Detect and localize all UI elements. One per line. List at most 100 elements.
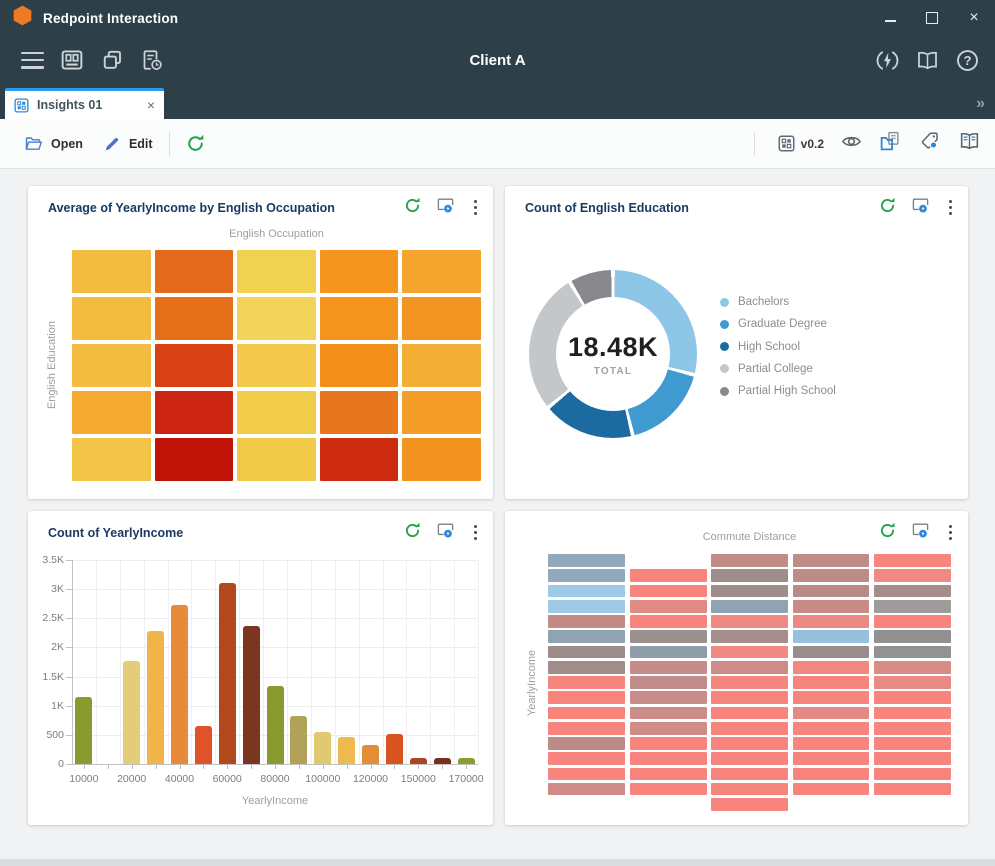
tab-overflow-button[interactable]: »	[976, 95, 985, 113]
edit-button[interactable]: Edit	[93, 127, 163, 161]
heatmap-cell[interactable]	[793, 783, 870, 796]
copy-report-button[interactable]	[879, 130, 902, 158]
heatmap-cell[interactable]	[237, 391, 316, 434]
heatmap-cell[interactable]	[548, 783, 625, 796]
heatmap-cell[interactable]	[711, 783, 788, 796]
heatmap-cell[interactable]	[320, 391, 399, 434]
bar[interactable]	[219, 583, 236, 764]
heatmap-cell[interactable]	[630, 707, 707, 720]
heatmap-cell[interactable]	[402, 438, 481, 481]
bar[interactable]	[75, 697, 92, 764]
document-history-button[interactable]	[132, 40, 172, 80]
heatmap-cell[interactable]	[630, 569, 707, 582]
heatmap-cell[interactable]	[874, 691, 951, 704]
legend-item[interactable]: High School	[720, 339, 800, 355]
tab-insights-01[interactable]: Insights 01 ×	[5, 88, 164, 119]
heatmap-cell[interactable]	[793, 646, 870, 659]
heatmap-cell[interactable]	[548, 600, 625, 613]
legend-item[interactable]: Bachelors	[720, 294, 789, 310]
card-schedule-button[interactable]	[436, 196, 455, 219]
card-refresh-button[interactable]	[879, 197, 896, 219]
heatmap-cell[interactable]	[548, 691, 625, 704]
card-schedule-button[interactable]	[436, 521, 455, 544]
heatmap-cell[interactable]	[711, 630, 788, 643]
donut-chart[interactable]: 18.48K TOTAL	[529, 270, 697, 438]
heatmap-cell[interactable]	[711, 722, 788, 735]
heatmap-cell[interactable]	[793, 737, 870, 750]
heatmap-cell[interactable]	[630, 737, 707, 750]
open-button[interactable]: Open	[14, 127, 93, 161]
card-schedule-button[interactable]	[911, 521, 930, 544]
heatmap-cell[interactable]	[874, 707, 951, 720]
heatmap-cell[interactable]	[548, 676, 625, 689]
heatmap-cell[interactable]	[237, 250, 316, 293]
bar[interactable]	[267, 686, 284, 764]
heatmap-cell[interactable]	[711, 615, 788, 628]
heatmap-cell[interactable]	[793, 554, 870, 567]
heatmap-cell[interactable]	[237, 344, 316, 387]
refresh-button[interactable]	[176, 127, 215, 161]
tab-close-button[interactable]: ×	[147, 98, 155, 112]
heatmap-cell[interactable]	[630, 661, 707, 674]
bar[interactable]	[171, 605, 188, 764]
heatmap-cell[interactable]	[793, 615, 870, 628]
heatmap-cell[interactable]	[711, 752, 788, 765]
dashboards-button[interactable]	[52, 40, 92, 80]
heatmap-cell[interactable]	[320, 297, 399, 340]
heatmap-cell[interactable]	[874, 768, 951, 781]
heatmap-cell[interactable]	[793, 722, 870, 735]
bar[interactable]	[386, 734, 403, 764]
heatmap-cell[interactable]	[711, 554, 788, 567]
heatmap-cell[interactable]	[630, 600, 707, 613]
heatmap-cell[interactable]	[548, 630, 625, 643]
heatmap-cell[interactable]	[793, 569, 870, 582]
heatmap-cell[interactable]	[793, 676, 870, 689]
heatmap-cell[interactable]	[874, 600, 951, 613]
bar[interactable]	[362, 745, 379, 764]
heatmap-cell[interactable]	[548, 737, 625, 750]
heatmap-cell[interactable]	[874, 737, 951, 750]
heatmap-cell[interactable]	[155, 297, 234, 340]
card-schedule-button[interactable]	[911, 196, 930, 219]
heatmap-cell[interactable]	[630, 768, 707, 781]
heatmap-cell[interactable]	[548, 661, 625, 674]
heatmap-cell[interactable]	[548, 722, 625, 735]
heatmap-cell[interactable]	[874, 615, 951, 628]
heatmap-cell[interactable]	[793, 600, 870, 613]
heatmap-cell[interactable]	[874, 630, 951, 643]
heatmap-cell[interactable]	[874, 783, 951, 796]
heatmap-cell[interactable]	[402, 344, 481, 387]
legend-item[interactable]: Partial College	[720, 361, 813, 377]
heatmap-cell[interactable]	[630, 630, 707, 643]
heatmap-cell[interactable]	[630, 691, 707, 704]
heatmap-cell[interactable]	[874, 646, 951, 659]
heatmap-cell[interactable]	[320, 250, 399, 293]
heatmap-cell[interactable]	[548, 707, 625, 720]
heatmap-cell[interactable]	[711, 737, 788, 750]
heatmap-cell[interactable]	[793, 691, 870, 704]
heatmap-cell[interactable]	[793, 630, 870, 643]
heatmap-cell[interactable]	[237, 297, 316, 340]
heatmap-cell[interactable]	[630, 722, 707, 735]
maximize-button[interactable]	[911, 3, 953, 33]
bar[interactable]	[314, 732, 331, 764]
heatmap-cell[interactable]	[793, 661, 870, 674]
heatmap-cell[interactable]	[72, 391, 151, 434]
heatmap-cell[interactable]	[630, 783, 707, 796]
heatmap-cell[interactable]	[874, 752, 951, 765]
bar[interactable]	[410, 758, 427, 764]
heatmap-cell[interactable]	[793, 768, 870, 781]
heatmap-cell[interactable]	[402, 297, 481, 340]
heatmap-cell[interactable]	[711, 798, 788, 811]
bar[interactable]	[338, 737, 355, 764]
heatmap-cell[interactable]	[874, 722, 951, 735]
heatmap-cell[interactable]	[711, 676, 788, 689]
legend-item[interactable]: Partial High School	[720, 383, 836, 399]
help-button[interactable]: ?	[947, 40, 987, 80]
heatmap-cell[interactable]	[548, 615, 625, 628]
minimize-button[interactable]	[869, 3, 911, 33]
heatmap-cell[interactable]	[72, 250, 151, 293]
bar[interactable]	[458, 758, 475, 764]
heatmap-cell[interactable]	[402, 250, 481, 293]
heatmap-cell[interactable]	[155, 438, 234, 481]
